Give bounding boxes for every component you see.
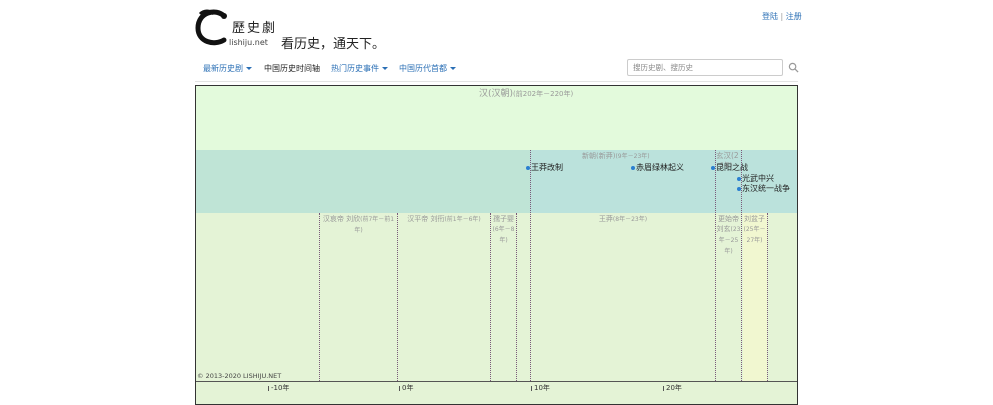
- auth-divider: |: [780, 12, 784, 21]
- ruler-name: 汉平帝 刘衎: [407, 215, 445, 223]
- ruler-label-pingdi[interactable]: 汉平帝 刘衎(前1年－6年): [398, 214, 490, 225]
- nav-capitals-label: 中国历代首都: [399, 64, 447, 73]
- chevron-down-icon: [382, 67, 388, 70]
- tick-label: 0年: [402, 384, 414, 392]
- nav-capitals[interactable]: 中国历代首都: [399, 63, 456, 74]
- nav-hot-events[interactable]: 热门历史事件: [331, 63, 388, 74]
- ruler-range: (25年－27年): [743, 226, 766, 244]
- tick-mark: [663, 385, 664, 391]
- ruler-name: 汉哀帝 刘欣: [322, 215, 361, 223]
- ruler-label-liupenzi[interactable]: 刘盆子 (25年－27年): [742, 214, 767, 246]
- ruler-name: 孺子婴: [493, 215, 514, 223]
- boundary-line: [397, 213, 398, 381]
- logo-chars: 歷史劇: [232, 21, 278, 36]
- chevron-down-icon: [246, 67, 252, 70]
- ruler-range: (8年－23年): [612, 216, 648, 223]
- event-dot-icon: [711, 165, 715, 170]
- axis-tick: 20年: [663, 383, 682, 393]
- tick-label: 20年: [666, 384, 682, 392]
- regime-range-xin: (9年－23年): [615, 153, 650, 160]
- dynasty-name: 汉(汉朝): [479, 89, 514, 99]
- nav-hot-events-label: 热门历史事件: [331, 64, 379, 73]
- axis-tick: 10年: [531, 383, 550, 393]
- regime-name-xuanhan: 玄汉(2: [716, 151, 739, 160]
- logo-site-name: lishiju.net: [229, 38, 268, 47]
- boundary-line: [319, 213, 320, 381]
- event-chimei-lulin[interactable]: 赤眉绿林起义: [631, 163, 684, 173]
- event-label: 王莽改制: [531, 163, 563, 172]
- nav-latest-dramas-label: 最新历史剧: [203, 64, 243, 73]
- event-kunyang-battle[interactable]: 昆阳之战: [711, 163, 748, 173]
- event-label: 昆阳之战: [716, 163, 748, 172]
- nav-latest-dramas[interactable]: 最新历史剧: [203, 63, 252, 74]
- tick-label: 10年: [534, 384, 550, 392]
- ruler-label-aidi[interactable]: 汉哀帝 刘欣(前7年－前1年): [320, 214, 397, 236]
- event-wangmang-reform[interactable]: 王莽改制: [526, 163, 563, 173]
- event-eastern-han-unification[interactable]: 东汉统一战争: [737, 184, 790, 194]
- event-dot-icon: [737, 176, 741, 181]
- boundary-line: [715, 150, 716, 381]
- copyright: © 2013-2020 LISHIJU.NET: [197, 372, 282, 380]
- boundary-line: [516, 213, 517, 381]
- axis-tick: 0年: [399, 383, 413, 393]
- dynasty-label-han: 汉(汉朝)(前202年－220年): [479, 88, 573, 100]
- login-link[interactable]: 登陆: [762, 12, 778, 21]
- chevron-down-icon: [450, 67, 456, 70]
- ruler-range: (6年－8年): [492, 226, 515, 244]
- boundary-line: [530, 150, 531, 381]
- regime-label-xin: 新朝(新莽)(9年－23年): [582, 151, 650, 162]
- ruler-label-wangmang[interactable]: 王莽(8年－23年): [531, 214, 715, 225]
- event-dot-icon: [737, 186, 741, 191]
- event-dot-icon: [631, 165, 635, 170]
- event-label: 光武中兴: [742, 174, 774, 183]
- ruler-range: (前7年－前1年): [354, 216, 395, 234]
- tick-mark: [268, 385, 269, 391]
- ruler-label-gengshi[interactable]: 更始帝 刘玄(23年－25年): [716, 214, 741, 257]
- ruler-name: 刘盆子: [744, 215, 765, 223]
- nav-divider: [195, 81, 798, 82]
- nav-history-timeline-label: 中国历史时间轴: [264, 64, 320, 73]
- regime-name-xin: 新朝(新莽): [582, 152, 616, 160]
- event-guangwu-revival[interactable]: 光武中兴: [737, 174, 774, 184]
- ruler-name: 王莽: [598, 215, 613, 223]
- register-link[interactable]: 注册: [786, 12, 802, 21]
- event-dot-icon: [526, 165, 530, 170]
- time-axis: [196, 381, 797, 382]
- logo-icon[interactable]: [194, 8, 230, 48]
- search-icon[interactable]: [788, 62, 799, 73]
- tick-mark: [399, 385, 400, 391]
- search-input[interactable]: [627, 59, 783, 76]
- axis-tick: -10年: [268, 383, 289, 393]
- tick-mark: [531, 385, 532, 391]
- event-label: 东汉统一战争: [742, 184, 790, 193]
- auth-links: 登陆 | 注册: [762, 11, 802, 22]
- ruler-range: (前1年－6年): [444, 216, 481, 223]
- ruler-label-ruziying[interactable]: 孺子婴 (6年－8年): [491, 214, 516, 246]
- site-slogan: 看历史，通天下。: [281, 37, 386, 52]
- tick-label: -10年: [271, 384, 290, 392]
- nav-history-timeline[interactable]: 中国历史时间轴: [264, 63, 320, 74]
- boundary-line: [767, 213, 768, 381]
- dynasty-range: (前202年－220年): [513, 90, 574, 98]
- timeline-canvas[interactable]: 汉(汉朝)(前202年－220年) 新朝(新莽)(9年－23年) 玄汉(2 5年…: [195, 85, 798, 405]
- event-label: 赤眉绿林起义: [636, 163, 684, 172]
